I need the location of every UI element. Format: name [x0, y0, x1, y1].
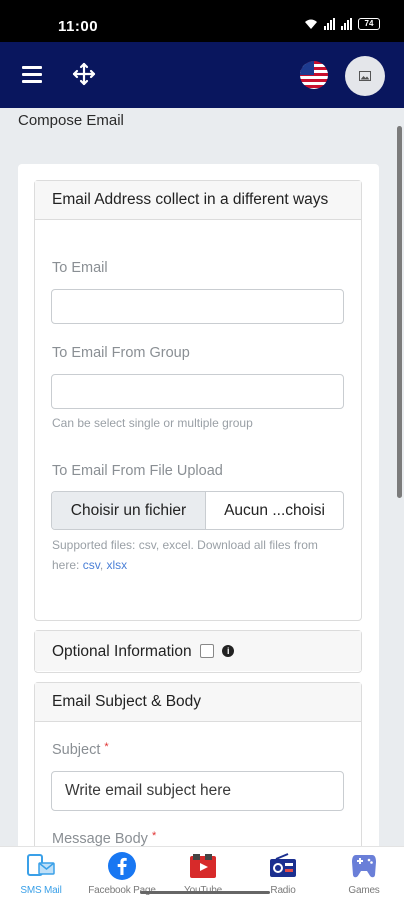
image-placeholder-icon — [359, 71, 371, 81]
gamepad-icon — [352, 855, 376, 878]
email-address-panel: Email Address collect in a different way… — [34, 180, 362, 621]
file-help-text: Supported files: csv, excel. Download al… — [52, 535, 332, 575]
nav-item-games[interactable]: Games — [324, 851, 404, 896]
main-content[interactable]: Compose Email Email Address collect in a… — [0, 108, 396, 846]
subject-label-text: Subject — [52, 742, 101, 758]
optional-info-heading: Optional Information i — [35, 631, 361, 671]
battery-icon: 74 — [358, 18, 380, 30]
message-body-label-text: Message Body — [52, 831, 148, 846]
xlsx-link[interactable]: xlsx — [107, 558, 128, 572]
csv-link[interactable]: csv — [83, 558, 100, 572]
choose-file-button[interactable]: Choisir un fichier — [52, 492, 206, 529]
to-email-input[interactable] — [51, 289, 344, 324]
required-mark: * — [151, 830, 157, 842]
avatar[interactable] — [345, 56, 385, 96]
nav-item-sms-mail[interactable]: SMS Mail — [1, 851, 81, 896]
message-body-label: Message Body * — [52, 830, 156, 846]
subject-body-panel: Email Subject & Body Subject * Write ema… — [34, 682, 362, 846]
nav-item-radio[interactable]: Radio — [243, 851, 323, 896]
optional-info-label: Optional Information — [52, 643, 192, 660]
wifi-icon — [305, 19, 317, 29]
group-select[interactable] — [51, 374, 344, 409]
link-separator: , — [99, 558, 104, 572]
youtube-icon — [190, 854, 216, 878]
us-flag-icon[interactable] — [300, 61, 328, 89]
nav-item-facebook-page[interactable]: Facebook Page — [82, 851, 162, 896]
signal-icon — [341, 18, 352, 30]
nav-item-youtube[interactable]: YouTube — [163, 851, 243, 896]
file-status-text: Aucun ...choisi — [224, 501, 325, 519]
gesture-bar — [140, 891, 270, 894]
facebook-icon — [108, 852, 136, 880]
subject-label: Subject * — [52, 741, 109, 758]
required-mark: * — [104, 741, 109, 753]
info-icon[interactable]: i — [222, 645, 235, 657]
optional-info-checkbox[interactable] — [199, 644, 214, 658]
move-arrows-icon[interactable] — [72, 62, 96, 86]
nav-label-games: Games — [348, 885, 380, 896]
top-navbar — [0, 42, 404, 108]
file-upload-label: To Email From File Upload — [52, 463, 223, 479]
group-help-text: Can be select single or multiple group — [52, 416, 253, 430]
subject-input[interactable]: Write email subject here — [51, 771, 344, 811]
signal-icon — [324, 18, 335, 30]
optional-info-panel: Optional Information i — [34, 630, 362, 673]
subject-body-heading: Email Subject & Body — [35, 683, 361, 722]
status-time: 11:00 — [58, 18, 99, 35]
page-title: Compose Email — [18, 112, 124, 129]
file-upload-input[interactable]: Choisir un fichier Aucun ...choisi — [51, 491, 344, 530]
status-icons: 74 — [304, 18, 380, 30]
status-bar: 11:00 74 — [0, 0, 404, 42]
compose-card: Email Address collect in a different way… — [18, 164, 379, 846]
radio-icon — [270, 853, 296, 877]
to-email-label: To Email — [52, 260, 108, 276]
group-label: To Email From Group — [52, 345, 190, 361]
sms-mail-icon — [27, 854, 55, 876]
panel-heading: Email Address collect in a different way… — [35, 181, 361, 220]
menu-icon[interactable] — [22, 66, 42, 83]
nav-label-sms-mail: SMS Mail — [20, 885, 62, 896]
scrollbar[interactable] — [397, 126, 402, 498]
